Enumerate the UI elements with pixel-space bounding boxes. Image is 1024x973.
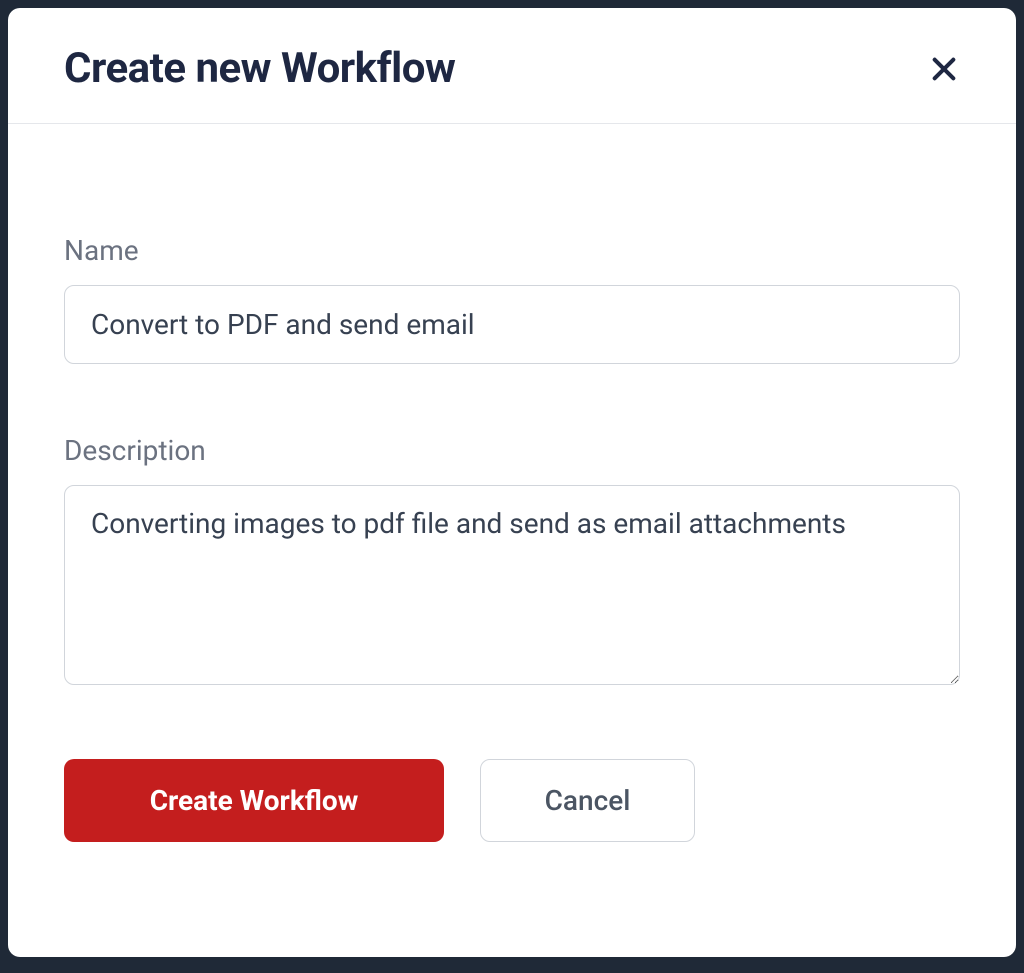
close-icon <box>928 53 960 85</box>
modal-body: Name Description Create Workflow Cancel <box>8 124 1016 957</box>
modal-title: Create new Workflow <box>64 44 455 93</box>
description-field-group: Description <box>64 434 960 689</box>
create-workflow-button[interactable]: Create Workflow <box>64 759 444 842</box>
create-workflow-modal: Create new Workflow Name Description Cre… <box>8 8 1016 957</box>
modal-header: Create new Workflow <box>8 8 1016 124</box>
name-field-group: Name <box>64 234 960 364</box>
close-button[interactable] <box>922 47 966 91</box>
description-textarea[interactable] <box>64 485 960 685</box>
button-row: Create Workflow Cancel <box>64 759 960 842</box>
name-label: Name <box>64 234 960 267</box>
description-label: Description <box>64 434 960 467</box>
cancel-button[interactable]: Cancel <box>480 759 695 842</box>
name-input[interactable] <box>64 285 960 364</box>
